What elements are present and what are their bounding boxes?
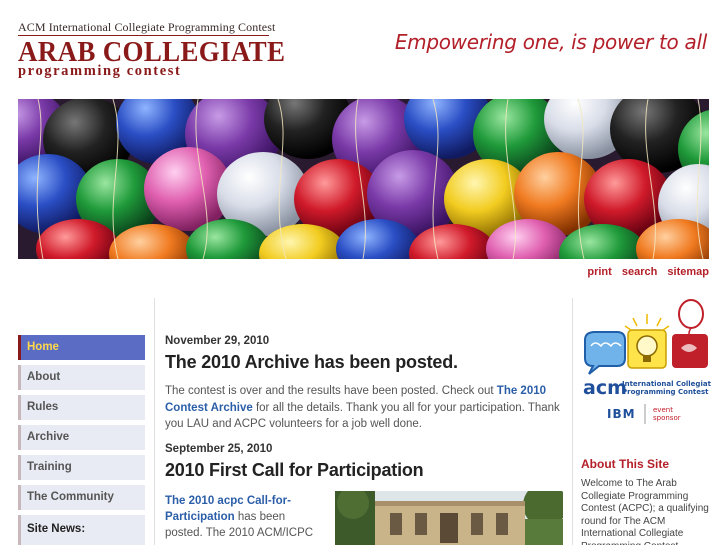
acm-icpc-partner-logo[interactable]: acm International Collegiate Programming… [581, 298, 716, 430]
sponsor-label-line1: event [653, 406, 673, 414]
post-date: September 25, 2010 [165, 442, 273, 455]
right-sidebar: acm International Collegiate Programming… [581, 298, 716, 545]
sidebar-item-archive[interactable]: Archive [18, 425, 145, 450]
acm-subtitle-line2: Programming Contest [622, 388, 709, 396]
sidebar-item-training[interactable]: Training [18, 455, 145, 480]
speech-bubble-icon [584, 331, 626, 375]
post-title: The 2010 Archive has been posted. [165, 352, 458, 372]
lightbulb-icon [624, 314, 670, 369]
logo-top-line: ACM International Collegiate Programming… [18, 20, 276, 34]
sidebar-item-community[interactable]: The Community [18, 485, 145, 510]
column-divider-left [154, 298, 155, 545]
sidebar-item-about[interactable]: About [18, 365, 145, 390]
acm-wordmark: acm [583, 377, 627, 399]
sponsor-label-line2: sponsor [653, 414, 681, 422]
column-divider-right [572, 298, 573, 545]
site-news-heading: Site News: [18, 515, 145, 545]
post-body: The contest is over and the results have… [165, 383, 563, 433]
post-title: 2010 First Call for Participation [165, 459, 424, 480]
acm-subtitle-line1: International Collegiate [622, 380, 711, 388]
campus-building-photo [335, 490, 563, 545]
logo-subtitle: programming contest [18, 63, 182, 79]
post-body-text-block: The 2010 acpc Call-for-Participation has… [165, 493, 325, 541]
post-body-text: The contest is over and the results have… [165, 385, 497, 397]
sidebar-item-rules[interactable]: Rules [18, 395, 145, 420]
site-tagline: Empowering one, is power to all [394, 30, 707, 54]
news-post: November 29, 2010 The 2010 Archive has b… [165, 335, 563, 433]
sitemap-link[interactable]: sitemap [667, 266, 709, 278]
main-content: November 29, 2010 The 2010 Archive has b… [165, 330, 563, 545]
news-post: September 25, 2010 2010 First Call for P… [165, 443, 563, 545]
ibm-logo: IBM [607, 407, 636, 421]
post-body: The 2010 acpc Call-for-Participation has… [165, 490, 563, 545]
search-link[interactable]: search [622, 266, 657, 278]
post-date: November 29, 2010 [165, 335, 270, 347]
utility-nav: print search sitemap [580, 266, 709, 278]
sidebar-nav: Home About Rules Archive Training The Co… [18, 335, 145, 545]
print-link[interactable]: print [587, 266, 611, 278]
balloon-icon [672, 299, 708, 368]
site-header: ACM International Collegiate Programming… [0, 0, 727, 95]
sidebar-item-home[interactable]: Home [18, 335, 145, 360]
balloons-banner-image [18, 99, 709, 259]
about-site-heading: About This Site [581, 457, 669, 471]
about-site-text: Welcome to The Arab Collegiate Programmi… [581, 478, 709, 545]
